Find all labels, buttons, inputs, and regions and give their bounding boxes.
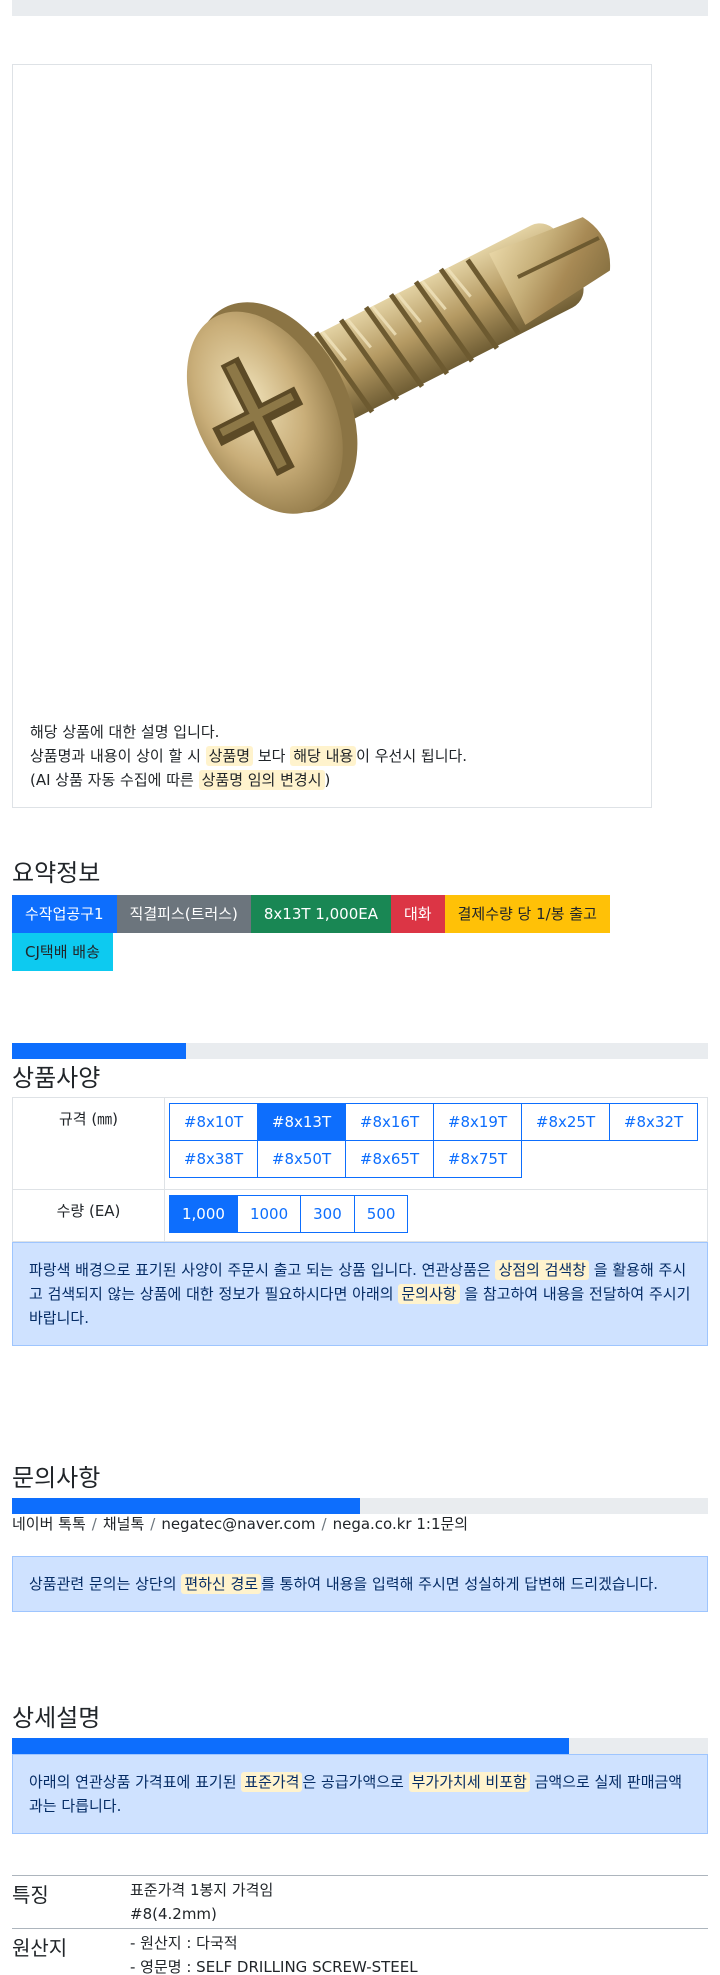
inquiry-notice-alert: 상품관련 문의는 상단의 편하신 경로 를 통하여 내용을 입력해 주시면 성실하…	[12, 1556, 708, 1612]
size-option[interactable]: #8x32T	[609, 1103, 698, 1141]
size-option[interactable]: #8x13T	[257, 1103, 346, 1141]
details-title: 상세설명	[12, 1704, 101, 1732]
screw-product-image	[13, 65, 651, 705]
highlight-convenient-route: 편하신 경로	[181, 1574, 262, 1594]
alert-text: 은 공급가액으로	[302, 1773, 409, 1791]
highlight-inquiry: 문의사항	[398, 1284, 460, 1304]
size-option[interactable]: #8x16T	[345, 1103, 434, 1141]
channel-talk[interactable]: 채널톡	[103, 1515, 144, 1533]
top-divider-bar	[12, 0, 708, 16]
channel-email[interactable]: negatec@naver.com	[161, 1515, 315, 1533]
product-image-card: 해당 상품에 대한 설명 입니다. 상품명과 내용이 상이 할 시 상품명 보다…	[12, 64, 652, 808]
badge-brand: 대화	[390, 895, 445, 933]
specs-progress-fill	[12, 1043, 186, 1059]
size-option[interactable]: #8x65T	[345, 1140, 434, 1178]
details-progress-bar	[12, 1738, 708, 1754]
details-table: 특징 표준가격 1봉지 가격임 #8(4.2mm) 원산지 - 원산지 : 다국…	[12, 1875, 708, 1975]
qty-option[interactable]: 1,000	[169, 1195, 238, 1233]
note-text: 보다	[253, 747, 291, 765]
highlight-content: 해당 내용	[290, 746, 357, 766]
size-option-group: #8x10T #8x13T #8x16T #8x19T #8x25T #8x32…	[169, 1103, 703, 1178]
size-label: 규격 (㎜)	[12, 1097, 165, 1190]
row-head: 원산지	[12, 1928, 130, 1975]
size-option[interactable]: #8x10T	[169, 1103, 258, 1141]
highlight-name-change: 상품명 임의 변경시	[198, 770, 325, 790]
row-values: - 원산지 : 다국적 - 영문명 : SELF DRILLING SCREW-…	[130, 1928, 708, 1975]
row-value: 표준가격 1봉지 가격임	[130, 1881, 274, 1899]
size-option[interactable]: #8x75T	[433, 1140, 522, 1178]
row-value: #8(4.2mm)	[130, 1905, 217, 1923]
note-text: )	[324, 771, 331, 789]
specs-progress-bar	[12, 1043, 708, 1059]
qty-row: 수량 (EA) 1,000 1000 300 500	[12, 1189, 708, 1242]
separator: /	[91, 1515, 97, 1533]
specs-notice-alert: 파랑색 배경으로 표기된 사양이 주문시 출고 되는 상품 입니다. 연관상품은…	[12, 1242, 708, 1346]
product-image-notes: 해당 상품에 대한 설명 입니다. 상품명과 내용이 상이 할 시 상품명 보다…	[30, 720, 640, 792]
qty-option[interactable]: 300	[300, 1195, 355, 1233]
qty-option-group: 1,000 1000 300 500	[169, 1195, 703, 1233]
alert-text: 파랑색 배경으로 표기된 사양이 주문시 출고 되는 상품 입니다. 연관상품은	[29, 1261, 496, 1279]
details-progress-fill	[12, 1738, 569, 1754]
summary-title: 요약정보	[12, 859, 101, 887]
row-head: 특징	[12, 1875, 130, 1929]
inquiry-title: 문의사항	[12, 1464, 101, 1492]
details-notice-alert: 아래의 연관상품 가격표에 표기된 표준가격 은 공급가액으로 부가가치세 비포함…	[12, 1754, 708, 1834]
qty-label: 수량 (EA)	[12, 1189, 165, 1242]
row-values: 표준가격 1봉지 가격임 #8(4.2mm)	[130, 1875, 708, 1929]
details-row-origin: 원산지 - 원산지 : 다국적 - 영문명 : SELF DRILLING SC…	[12, 1928, 708, 1975]
channel-site-inquiry[interactable]: nega.co.kr 1:1문의	[333, 1515, 469, 1533]
channel-naver-talk[interactable]: 네이버 톡톡	[12, 1515, 86, 1533]
alert-text: 상품관련 문의는 상단의	[29, 1575, 182, 1593]
row-value: - 영문명 : SELF DRILLING SCREW-STEEL	[130, 1958, 418, 1975]
alert-text: 를 통하여 내용을 입력해 주시면 성실하게 답변해 드리겠습니다.	[261, 1575, 659, 1593]
note-text: (AI 상품 자동 수집에 따른	[30, 771, 199, 789]
inquiry-progress-fill	[12, 1498, 360, 1514]
badge-spec: 8x13T 1,000EA	[250, 895, 391, 933]
size-options-cell: #8x10T #8x13T #8x16T #8x19T #8x25T #8x32…	[164, 1097, 708, 1190]
alert-text: 아래의 연관상품 가격표에 표기된	[29, 1773, 242, 1791]
spec-options-table: 규격 (㎜) #8x10T #8x13T #8x16T #8x19T #8x25…	[12, 1097, 708, 1242]
badge-shipping-unit: 결제수량 당 1/봉 출고	[444, 895, 610, 933]
highlight-vat-excluded: 부가가치세 비포함	[408, 1772, 530, 1792]
note-line-3: (AI 상품 자동 수집에 따른 상품명 임의 변경시)	[30, 768, 640, 792]
note-text: 상품명과 내용이 상이 할 시	[30, 747, 206, 765]
row-value: - 원산지 : 다국적	[130, 1934, 238, 1952]
highlight-product-name: 상품명	[205, 746, 254, 766]
specs-title: 상품사양	[12, 1064, 101, 1092]
size-row: 규격 (㎜) #8x10T #8x13T #8x16T #8x19T #8x25…	[12, 1097, 708, 1190]
separator: /	[321, 1515, 327, 1533]
qty-option[interactable]: 1000	[236, 1195, 302, 1233]
note-text: 이 우선시 됩니다.	[356, 747, 468, 765]
badge-category: 수작업공구1	[12, 895, 117, 933]
details-row-feature: 특징 표준가격 1봉지 가격임 #8(4.2mm)	[12, 1875, 708, 1929]
size-option[interactable]: #8x50T	[257, 1140, 346, 1178]
size-option[interactable]: #8x19T	[433, 1103, 522, 1141]
note-line-1: 해당 상품에 대한 설명 입니다.	[30, 723, 220, 741]
size-option[interactable]: #8x25T	[521, 1103, 610, 1141]
qty-option[interactable]: 500	[353, 1195, 409, 1233]
highlight-standard-price: 표준가격	[241, 1772, 303, 1792]
summary-badges: 수작업공구1 직결피스(트러스) 8x13T 1,000EA 대화 결제수량 당…	[12, 895, 652, 971]
contact-channels: 네이버 톡톡 / 채널톡 / negatec@naver.com / nega.co.kr …	[12, 1513, 468, 1534]
qty-options-cell: 1,000 1000 300 500	[164, 1189, 708, 1242]
inquiry-progress-bar	[12, 1498, 708, 1514]
separator: /	[150, 1515, 156, 1533]
badge-type: 직결피스(트러스)	[116, 895, 251, 933]
note-line-2: 상품명과 내용이 상이 할 시 상품명 보다 해당 내용 이 우선시 됩니다.	[30, 744, 640, 768]
size-option[interactable]: #8x38T	[169, 1140, 258, 1178]
highlight-search-box: 상점의 검색창	[495, 1260, 590, 1280]
badge-delivery: CJ택배 배송	[12, 933, 113, 971]
